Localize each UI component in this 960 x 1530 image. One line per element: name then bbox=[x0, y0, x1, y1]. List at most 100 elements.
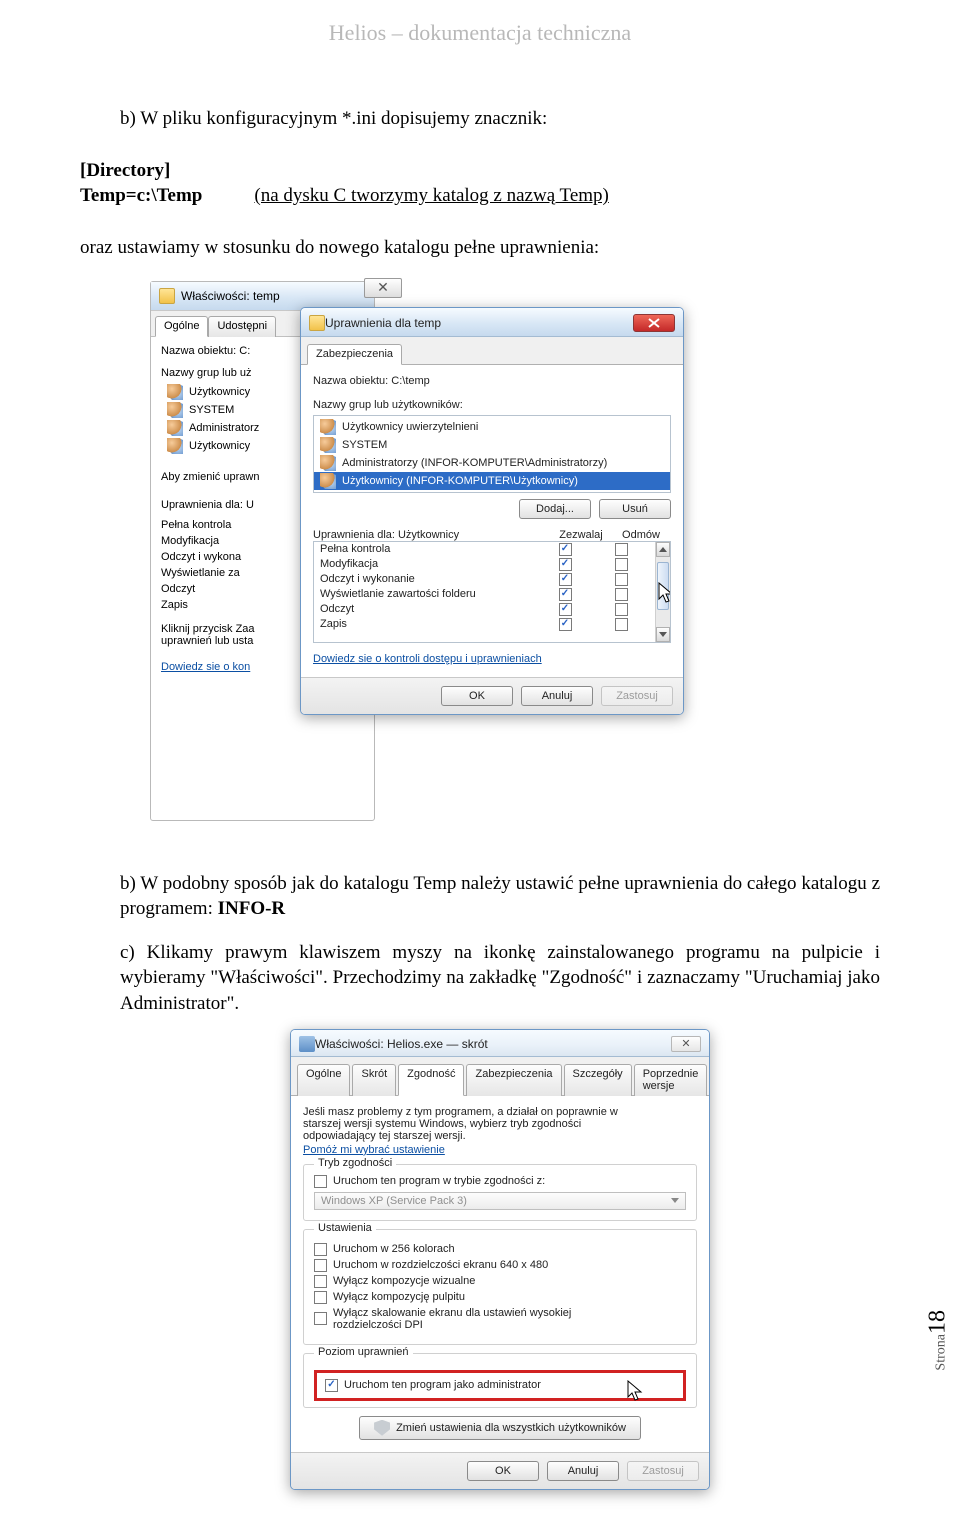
directory-block-line1: [Directory] bbox=[80, 158, 880, 184]
tab-security[interactable]: Zabezpieczenia bbox=[466, 1064, 561, 1096]
colors-256-checkbox[interactable] bbox=[314, 1243, 327, 1256]
ok-button[interactable]: OK bbox=[467, 1461, 539, 1481]
tab-sharing-back[interactable]: Udostępni bbox=[208, 316, 276, 337]
tab-general[interactable]: Ogólne bbox=[297, 1064, 350, 1096]
dpi-scaling-label: Wyłącz skalowanie ekranu dla ustawień wy… bbox=[333, 1307, 571, 1331]
tab-general-back[interactable]: Ogólne bbox=[155, 316, 208, 337]
close-button-back[interactable]: ✕ bbox=[364, 278, 402, 298]
perm-row: Modyfikacja bbox=[314, 557, 655, 572]
tab-security[interactable]: Zabezpieczenia bbox=[307, 344, 402, 365]
run-as-admin-checkbox[interactable] bbox=[325, 1379, 338, 1392]
allow-checkbox[interactable] bbox=[559, 603, 572, 616]
visual-compositions-checkbox[interactable] bbox=[314, 1275, 327, 1288]
add-button[interactable]: Dodaj... bbox=[519, 499, 591, 519]
deny-checkbox[interactable] bbox=[615, 573, 628, 586]
users-icon bbox=[320, 473, 336, 489]
users-icon bbox=[167, 402, 183, 418]
body-line-b2: b) W podobny sposób jak do katalogu Temp… bbox=[80, 871, 880, 922]
deny-checkbox[interactable] bbox=[615, 558, 628, 571]
tab-compat[interactable]: Zgodność bbox=[398, 1064, 464, 1096]
compat-mode-checkbox[interactable] bbox=[314, 1175, 327, 1188]
desktop-composition-checkbox[interactable] bbox=[314, 1291, 327, 1304]
document-header: Helios – dokumentacja techniczna bbox=[80, 20, 880, 46]
compat-properties-dialog: Właściwości: Helios.exe — skrót ✕ Ogólne… bbox=[290, 1029, 710, 1490]
scroll-down-button[interactable] bbox=[656, 627, 670, 642]
run-as-admin-label: Uruchom ten program jako administrator bbox=[344, 1379, 541, 1391]
help-link[interactable]: Pomóż mi wybrać ustawienie bbox=[303, 1144, 697, 1156]
group-settings: Ustawienia Uruchom w 256 kolorach Urucho… bbox=[303, 1229, 697, 1345]
res-640-label: Uruchom w rozdzielczości ekranu 640 x 48… bbox=[333, 1259, 548, 1271]
body-line-permissions: oraz ustawiamy w stosunku do nowego kata… bbox=[80, 235, 880, 261]
ok-button[interactable]: OK bbox=[441, 686, 513, 706]
group-item-selected[interactable]: Użytkownicy (INFOR-KOMPUTER\Użytkownicy) bbox=[314, 472, 670, 490]
page-number: Strona18 bbox=[925, 1310, 952, 1371]
group-item[interactable]: Administratorzy (INFOR-KOMPUTER\Administ… bbox=[314, 454, 670, 472]
allow-checkbox[interactable] bbox=[559, 588, 572, 601]
group-item[interactable]: Użytkownicy uwierzytelnieni bbox=[314, 418, 670, 436]
cursor-icon bbox=[658, 582, 671, 604]
tab-prev-versions[interactable]: Poprzednie wersje bbox=[634, 1064, 708, 1096]
scroll-up-button[interactable] bbox=[656, 542, 670, 557]
cancel-button[interactable]: Anuluj bbox=[521, 686, 593, 706]
compat-mode-label: Uruchom ten program w trybie zgodności z… bbox=[333, 1175, 545, 1187]
back-dialog-title: Właściwości: temp bbox=[181, 289, 280, 303]
res-640-checkbox[interactable] bbox=[314, 1259, 327, 1272]
deny-checkbox[interactable] bbox=[615, 543, 628, 556]
tab-shortcut[interactable]: Skrót bbox=[352, 1064, 396, 1096]
allow-checkbox[interactable] bbox=[559, 558, 572, 571]
group-settings-legend: Ustawienia bbox=[314, 1222, 376, 1234]
groups-listbox[interactable]: Użytkownicy uwierzytelnieni SYSTEM Admin… bbox=[313, 415, 671, 493]
admin-highlight-box: Uruchom ten program jako administrator bbox=[314, 1370, 686, 1401]
perm-row: Pełna kontrola bbox=[314, 542, 655, 557]
desktop-composition-label: Wyłącz kompozycję pulpitu bbox=[333, 1291, 465, 1303]
directory-block-line2-key: Temp=c:\Temp bbox=[80, 183, 202, 209]
close-button[interactable]: ✕ bbox=[671, 1036, 701, 1052]
group-compat-mode: Tryb zgodności Uruchom ten program w try… bbox=[303, 1164, 697, 1221]
change-all-users-button[interactable]: Zmień ustawienia dla wszystkich użytkown… bbox=[359, 1416, 641, 1440]
dpi-scaling-checkbox[interactable] bbox=[314, 1312, 327, 1325]
compat-hint1: Jeśli masz problemy z tym programem, a d… bbox=[303, 1106, 697, 1118]
deny-checkbox[interactable] bbox=[615, 588, 628, 601]
permissions-listbox[interactable]: Pełna kontrola Modyfikacja Odczyt i wyko… bbox=[313, 541, 671, 643]
directory-block-line2-note: (na dysku C tworzymy katalog z nazwą Tem… bbox=[254, 183, 608, 209]
apply-button[interactable]: Zastosuj bbox=[601, 686, 673, 706]
col-allow: Zezwalaj bbox=[551, 529, 611, 541]
combo-value: Windows XP (Service Pack 3) bbox=[321, 1195, 467, 1207]
front-groups-label: Nazwy grup lub użytkowników: bbox=[313, 399, 671, 411]
colors-256-label: Uruchom w 256 kolorach bbox=[333, 1243, 455, 1255]
learn-link[interactable]: Dowiedz sie o kontroli dostępu i uprawni… bbox=[313, 653, 671, 665]
body-line-b1: b) W pliku konfiguracyjnym *.ini dopisuj… bbox=[80, 106, 880, 132]
remove-button[interactable]: Usuń bbox=[599, 499, 671, 519]
permissions-dialog-front: Uprawnienia dla temp Zabezpieczenia Nazw… bbox=[300, 307, 684, 715]
users-icon bbox=[167, 438, 183, 454]
cancel-button[interactable]: Anuluj bbox=[547, 1461, 619, 1481]
deny-checkbox[interactable] bbox=[615, 618, 628, 631]
compat-hint3: odpowiadający tej starszej wersji. bbox=[303, 1130, 697, 1142]
visual-compositions-label: Wyłącz kompozycje wizualne bbox=[333, 1275, 475, 1287]
compat-hint2: starszej wersji systemu Windows, wybierz… bbox=[303, 1118, 697, 1130]
users-icon bbox=[167, 384, 183, 400]
users-icon bbox=[320, 455, 336, 471]
users-icon bbox=[320, 437, 336, 453]
close-button[interactable] bbox=[633, 314, 675, 332]
perm-for-label: Uprawnienia dla: Użytkownicy bbox=[313, 529, 551, 541]
allow-checkbox[interactable] bbox=[559, 573, 572, 586]
folder-icon bbox=[159, 288, 175, 304]
users-icon bbox=[320, 419, 336, 435]
front-dialog-title: Uprawnienia dla temp bbox=[325, 316, 441, 330]
deny-checkbox[interactable] bbox=[615, 603, 628, 616]
folder-icon bbox=[309, 315, 325, 331]
allow-checkbox[interactable] bbox=[559, 543, 572, 556]
group-privilege-legend: Poziom uprawnień bbox=[314, 1346, 413, 1358]
compat-mode-combo[interactable]: Windows XP (Service Pack 3) bbox=[314, 1192, 686, 1210]
tab-details[interactable]: Szczegóły bbox=[564, 1064, 632, 1096]
group-item[interactable]: SYSTEM bbox=[314, 436, 670, 454]
allow-checkbox[interactable] bbox=[559, 618, 572, 631]
chevron-down-icon bbox=[671, 1198, 679, 1203]
perm-row: Odczyt i wykonanie bbox=[314, 572, 655, 587]
group-privilege: Poziom uprawnień Uruchom ten program jak… bbox=[303, 1353, 697, 1408]
shortcut-icon bbox=[299, 1036, 315, 1052]
apply-button[interactable]: Zastosuj bbox=[627, 1461, 699, 1481]
compat-dialog-title: Właściwości: Helios.exe — skrót bbox=[315, 1037, 488, 1051]
users-icon bbox=[167, 420, 183, 436]
